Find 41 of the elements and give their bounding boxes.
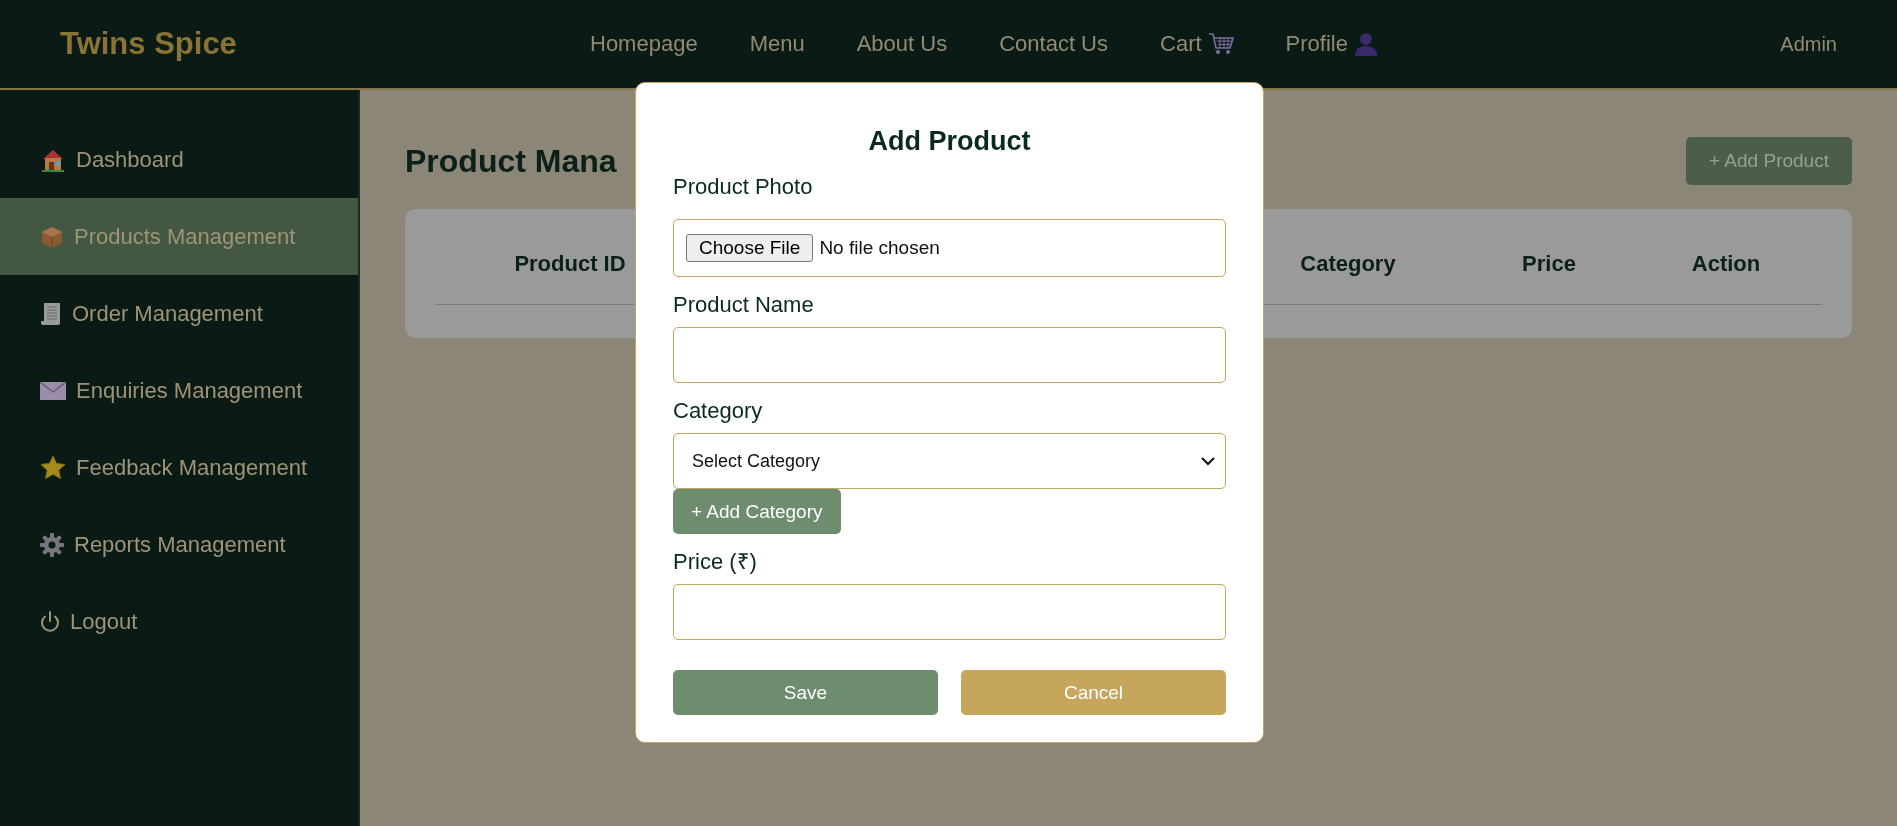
nav-link[interactable]: Menu: [749, 31, 805, 57]
field-label: Category: [673, 397, 764, 425]
cart-icon: [1207, 32, 1234, 56]
dialog-title: Add Product: [867, 125, 1032, 158]
column-header: Action: [1690, 250, 1762, 277]
sidebar-item[interactable]: Logout: [0, 583, 358, 660]
nav-link[interactable]: Cart: [1160, 31, 1234, 57]
category-dropdown[interactable]: Select Category: [673, 433, 1226, 489]
nav-link[interactable]: Homepage: [590, 31, 698, 57]
column-header: Category: [1299, 250, 1397, 277]
envelope-icon: [40, 381, 66, 400]
site-logo[interactable]: Twins Spice: [60, 26, 590, 62]
sidebar-item[interactable]: Enquiries Management: [0, 352, 358, 429]
sidebar-item[interactable]: Reports Management: [0, 506, 358, 583]
field-label: Product Photo: [673, 173, 814, 201]
receipt-icon: [40, 301, 62, 326]
field-label: Product Name: [673, 291, 815, 319]
nav-link[interactable]: Contact Us: [999, 31, 1108, 57]
input-field[interactable]: [673, 327, 1226, 383]
power-icon: [40, 610, 60, 633]
page-title: Product Mana: [405, 142, 617, 180]
chevron-down-icon: [1201, 456, 1215, 466]
column-header: Price: [1521, 250, 1577, 277]
box-icon: [40, 224, 64, 249]
nav-link[interactable]: About Us: [856, 31, 948, 57]
input-field[interactable]: [673, 584, 1226, 640]
choose-file-button[interactable]: Choose File: [686, 234, 814, 262]
sidebar-item[interactable]: Order Management: [0, 275, 358, 352]
file-field[interactable]: Choose File No file chosen: [673, 219, 1226, 277]
column-header: Product ID: [513, 250, 627, 277]
person-icon: [1353, 32, 1378, 56]
nav-link[interactable]: Profile: [1285, 31, 1378, 57]
user-name: Admin: [1780, 32, 1837, 56]
save-button[interactable]: Save: [673, 670, 938, 715]
house-icon: [40, 147, 66, 172]
add-category-button[interactable]: + Add Category: [673, 489, 841, 534]
sidebar-item[interactable]: Dashboard: [0, 121, 358, 198]
field-label: Price (₹): [673, 548, 758, 576]
file-status: No file chosen: [819, 237, 940, 259]
sidebar-item[interactable]: Feedback Management: [0, 429, 358, 506]
star-icon: [40, 455, 66, 480]
